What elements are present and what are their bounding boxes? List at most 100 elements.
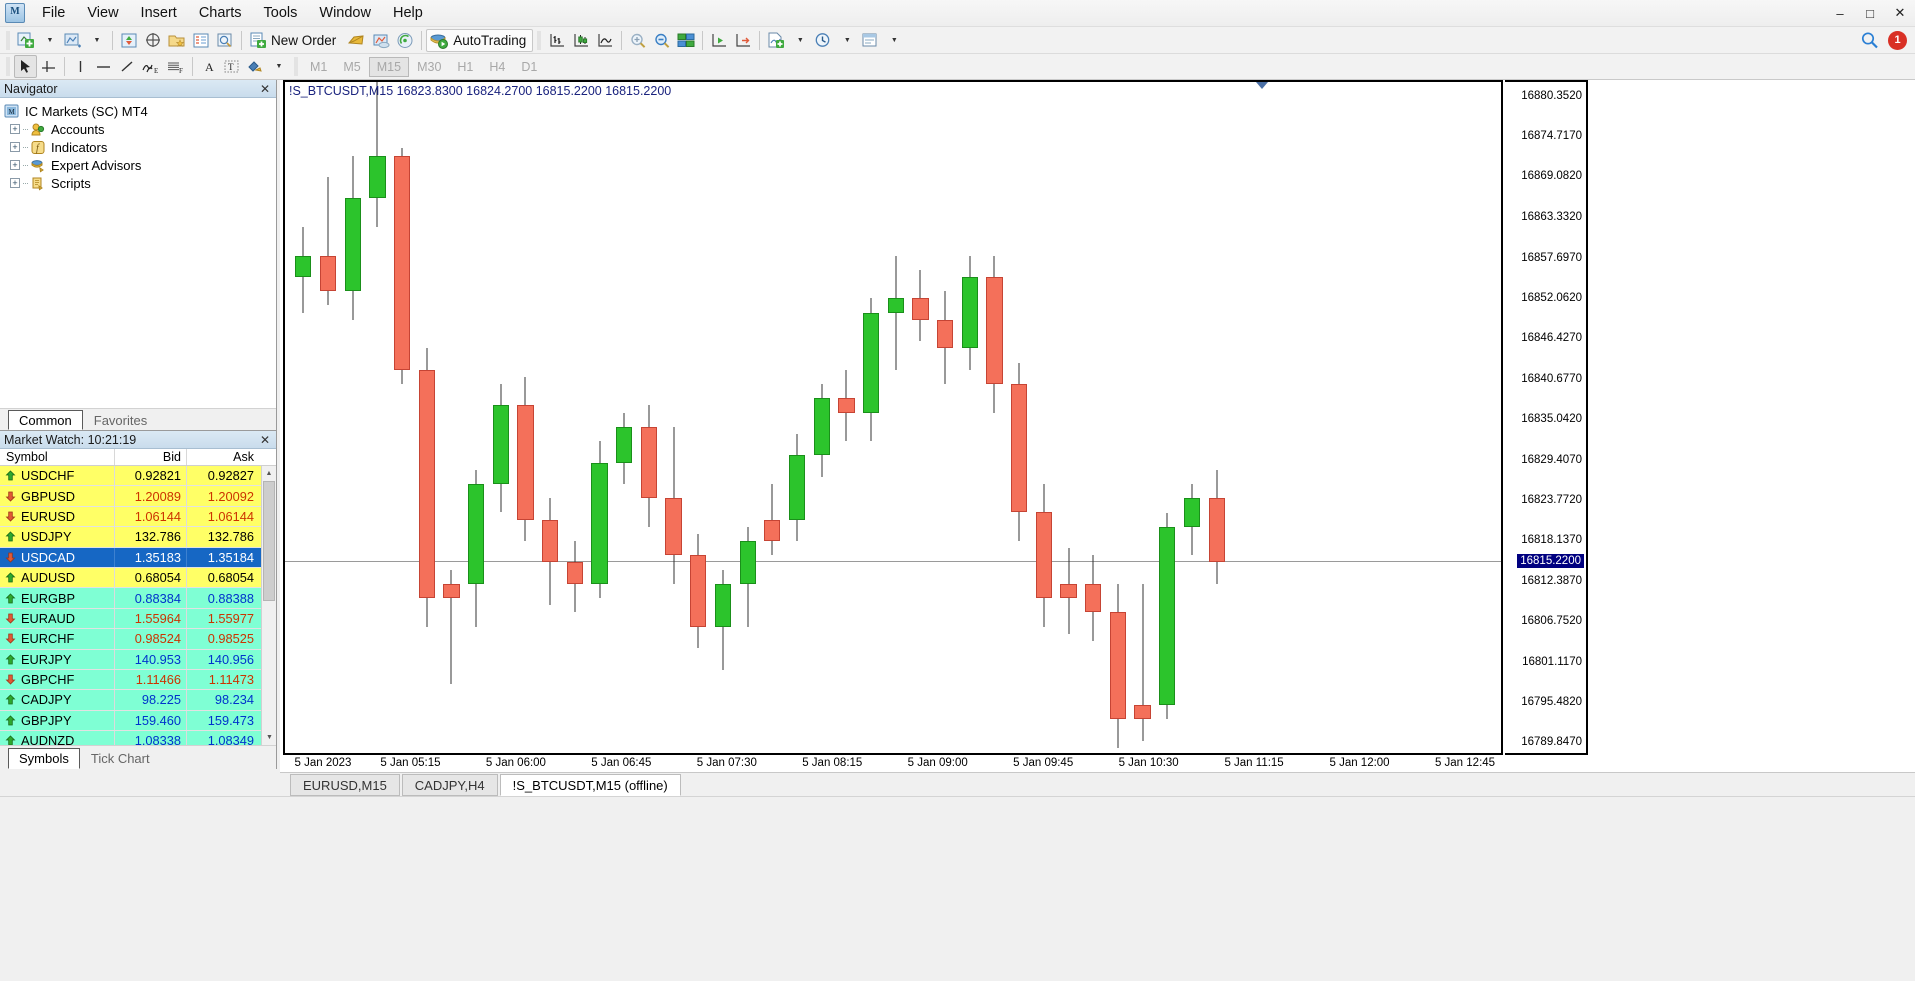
nav-item-scripts[interactable]: + Scripts [4,174,276,192]
mw-tab-tick-chart[interactable]: Tick Chart [80,748,161,769]
nav-item-indicators[interactable]: + f Indicators [4,138,276,156]
chart-shift-icon[interactable] [707,29,731,52]
shapes-dropdown-icon[interactable]: ▼ [267,55,290,78]
auto-scroll-icon[interactable] [731,29,755,52]
trendline-icon[interactable] [115,55,138,78]
expander-icon[interactable]: + [10,124,20,134]
equidistant-channel-icon[interactable]: E [138,55,163,78]
line-chart-icon[interactable] [593,29,617,52]
market-watch-row-gbpusd[interactable]: GBPUSD 1.20089 1.20092 [0,486,276,507]
nav-item-expert-advisors[interactable]: + Expert Advisors [4,156,276,174]
new-order-button[interactable]: New Order [246,29,343,52]
market-watch-close-icon[interactable]: ✕ [258,433,272,447]
market-watch-row-usdjpy[interactable]: USDJPY 132.786 132.786 [0,527,276,548]
menu-window[interactable]: Window [308,1,382,25]
timeframe-h1[interactable]: H1 [449,57,481,77]
text-icon[interactable]: A [197,55,220,78]
autotrading-button[interactable]: AutoTrading [426,28,534,52]
chart-tab-btcusdt[interactable]: !S_BTCUSDT,M15 (offline) [499,774,681,796]
market-watch-row-eurchf[interactable]: EURCHF 0.98524 0.98525 [0,629,276,650]
nav-item-accounts[interactable]: + Accounts [4,120,276,138]
nav-root-ic-markets[interactable]: M IC Markets (SC) MT4 [4,102,276,120]
mw-tab-symbols[interactable]: Symbols [8,748,80,769]
market-watch-scrollbar[interactable]: ▲ ▼ [261,466,276,745]
timeframes-grip[interactable] [294,57,298,76]
signals-icon[interactable] [393,29,417,52]
metaeditor-icon[interactable] [343,29,369,52]
maximize-button[interactable]: □ [1855,2,1885,24]
templates-icon[interactable] [858,29,882,52]
timeframe-m5[interactable]: M5 [335,57,368,77]
horizontal-line-icon[interactable] [92,55,115,78]
column-header-symbol[interactable]: Symbol [0,449,115,465]
new-chart-icon[interactable] [14,29,38,52]
menu-view[interactable]: View [76,1,129,25]
menu-help[interactable]: Help [382,1,434,25]
notification-badge[interactable]: 1 [1888,30,1907,50]
navigator-icon[interactable] [165,29,189,52]
menu-charts[interactable]: Charts [188,1,253,25]
column-header-ask[interactable]: Ask [187,449,259,465]
price-axis[interactable]: 16880.3520 16874.7170 16869.0820 16863.3320… [1505,80,1588,755]
shapes-icon[interactable] [243,55,267,78]
scroll-up-icon[interactable]: ▲ [262,466,276,481]
bar-chart-icon[interactable] [545,29,569,52]
chart-canvas[interactable]: !S_BTCUSDT,M15 16823.8300 16824.2700 168… [283,80,1503,755]
strategy-tester-icon[interactable] [213,29,237,52]
linetools-grip[interactable] [6,57,10,76]
timeframe-m30[interactable]: M30 [409,57,449,77]
close-button[interactable]: ✕ [1885,2,1915,24]
market-watch-row-usdchf[interactable]: USDCHF 0.92821 0.92827 [0,466,276,487]
zoom-in-icon[interactable] [626,29,650,52]
expander-icon[interactable]: + [10,178,20,188]
toolbar-grip-2[interactable] [537,30,542,50]
market-watch-row-gbpjpy[interactable]: GBPJPY 159.460 159.473 [0,710,276,732]
market-watch-row-eurgbp[interactable]: EURGBP 0.88384 0.88388 [0,588,276,609]
terminal-icon[interactable] [189,29,213,52]
market-watch-row-cadjpy[interactable]: CADJPY 98.225 98.234 [0,690,276,711]
chart-tab-cadjpy[interactable]: CADJPY,H4 [401,774,498,796]
expander-icon[interactable]: + [10,160,20,170]
nav-tab-favorites[interactable]: Favorites [83,410,158,430]
market-watch-row-eurjpy[interactable]: EURJPY 140.953 140.956 [0,649,276,670]
timeframe-m15[interactable]: M15 [368,56,410,77]
profiles-icon[interactable] [61,29,85,52]
timeframe-h4[interactable]: H4 [481,57,513,77]
toolbar-grip[interactable] [6,30,10,50]
market-watch-row-audusd[interactable]: AUDUSD 0.68054 0.68054 [0,567,276,589]
market-watch-row-euraud[interactable]: EURAUD 1.55964 1.55977 [0,608,276,630]
expander-icon[interactable]: + [10,142,20,152]
text-label-icon[interactable]: T [220,55,243,78]
menu-file[interactable]: File [31,1,76,25]
market-watch-row-eurusd[interactable]: EURUSD 1.06144 1.06144 [0,506,276,528]
profiles-dropdown-icon[interactable]: ▼ [85,29,108,52]
data-window-icon[interactable] [141,29,165,52]
timeframe-m1[interactable]: M1 [302,57,335,77]
market-watch-icon[interactable] [117,29,141,52]
menu-insert[interactable]: Insert [130,1,188,25]
vertical-line-icon[interactable] [69,55,92,78]
indicators-icon[interactable] [764,29,788,52]
new-chart-dropdown-icon[interactable]: ▼ [38,29,61,52]
market-watch-row-gbpchf[interactable]: GBPCHF 1.11466 1.11473 [0,669,276,691]
market-watch-row-usdcad[interactable]: USDCAD 1.35183 1.35184 [0,547,276,568]
chart-tab-eurusd[interactable]: EURUSD,M15 [290,774,400,796]
fibonacci-retracement-icon[interactable]: F [163,55,188,78]
mql5-community-icon[interactable] [369,29,393,52]
period-dropdown-icon[interactable]: ▼ [835,29,858,52]
timeframe-d1[interactable]: D1 [513,57,545,77]
scrollbar-thumb[interactable] [263,481,275,601]
cursor-icon[interactable] [14,55,37,78]
menu-tools[interactable]: Tools [253,1,309,25]
tile-windows-icon[interactable] [674,29,698,52]
candlestick-chart-icon[interactable] [569,29,593,52]
navigator-close-icon[interactable]: ✕ [258,82,272,96]
nav-tab-common[interactable]: Common [8,410,83,430]
minimize-button[interactable]: – [1825,2,1855,24]
search-icon[interactable] [1857,29,1882,52]
crosshair-icon[interactable] [37,55,60,78]
templates-dropdown-icon[interactable]: ▼ [882,29,905,52]
market-watch-row-audnzd[interactable]: AUDNZD 1.08338 1.08349 [0,731,276,745]
indicators-dropdown-icon[interactable]: ▼ [788,29,811,52]
chart-scroll-marker-icon[interactable] [1256,82,1268,89]
